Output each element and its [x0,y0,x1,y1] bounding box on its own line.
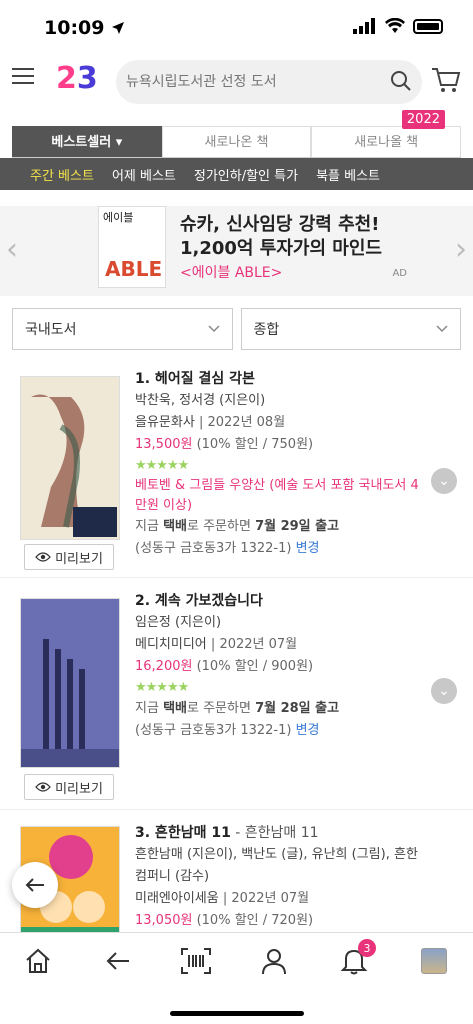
book-price: 13,050원 (10% 할인 / 720원) [135,913,314,928]
sub-navigation: 주간 베스트 어제 베스트 정가인하/할인 특가 북플 베스트 [0,158,473,190]
book-title[interactable]: 3. 흔한남매 11 - 흔한남매 11 [135,822,429,844]
header: 23 [0,56,473,110]
book-cover-2[interactable] [20,598,120,768]
arrow-left-icon[interactable] [100,943,136,979]
book-info: 3. 흔한남매 11 - 흔한남매 11 흔한남매 (지은이), 백난도 (글)… [135,822,429,932]
ad-banner[interactable]: ‹ 에이블 ABLE 슈카, 신사임당 강력 추천! 1,200억 투자가의 마… [0,206,473,296]
book-info: 2. 계속 가보겠습니다 임은정 (지은이) 메디치미디어 | 2022년 07… [135,590,429,742]
cart-icon[interactable] [431,66,461,94]
book-title[interactable]: 2. 계속 가보겠습니다 [135,590,429,612]
list-item[interactable]: 미리보기 1. 헤어질 결심 각본 박찬욱, 정서경 (지은이) 을유문화사 |… [0,368,473,578]
location-arrow-icon [112,22,125,34]
category-select[interactable]: 국내도서 [12,308,233,350]
preview-button[interactable]: 미리보기 [24,544,114,570]
star-rating: ★★★★★ [135,680,189,695]
promo-text[interactable]: 베토벤 & 그림들 우양산 (예술 도서 포함 국내도서 4만원 이상) [135,476,429,516]
category-tabs: 베스트셀러 ▾ 새로나온 책 새로나올 책 2022 [12,110,462,158]
home-indicator [170,1011,304,1016]
barcode-scan-icon[interactable] [178,943,214,979]
logo[interactable]: 23 [56,61,98,96]
book-price: 16,200원 (10% 할인 / 900원) [135,659,314,674]
delivery-address: (성동구 금호동3가 1322-1) 변경 [135,541,320,556]
book-authors[interactable]: 임은정 (지은이) [135,612,429,634]
status-bar: 10:09 [0,0,473,56]
book-publisher: 메디치미디어 | 2022년 07월 [135,637,298,652]
bottom-navigation: 3 [0,932,473,1024]
book-info: 1. 헤어질 결심 각본 박찬욱, 정서경 (지은이) 을유문화사 | 2022… [135,368,429,560]
change-address-link[interactable]: 변경 [296,541,320,556]
tab-upcoming-books[interactable]: 새로나올 책 [311,126,462,157]
user-icon[interactable] [256,943,292,979]
chevron-down-icon [207,325,220,333]
book-publisher: 을유문화사 | 2022년 08월 [135,415,286,430]
eye-icon [35,782,51,792]
battery-icon [413,18,443,34]
genre-select[interactable]: 종합 [240,308,461,350]
delivery-address: (성동구 금호동3가 1322-1) 변경 [135,723,320,738]
delivery-info: 지금 택배로 주문하면 7월 28일 출고 [135,701,340,716]
arrow-left-icon [25,878,44,892]
book-list: 미리보기 1. 헤어질 결심 각본 박찬욱, 정서경 (지은이) 을유문화사 |… [0,368,473,1024]
subnav-discount[interactable]: 정가인하/할인 특가 [194,165,298,184]
book-authors[interactable]: 흔한남매 (지은이), 백난도 (글), 유난희 (그림), 흔한컴퍼니 (감수… [135,844,429,888]
back-float-button[interactable] [12,862,58,908]
ad-book-cover: 에이블 ABLE [98,206,166,288]
book-cover-1[interactable] [20,376,120,540]
filters: 국내도서 종합 [12,308,461,350]
status-time: 10:09 [44,17,125,39]
expand-icon[interactable]: ⌄ [431,678,457,704]
subnav-weekly-best[interactable]: 주간 베스트 [30,165,94,184]
delivery-info: 지금 택배로 주문하면 7월 29일 출고 [135,519,340,534]
ad-subheadline: 1,200억 투자가의 마인드 [180,238,382,259]
ad-label: AD [392,268,407,279]
home-icon[interactable] [20,943,56,979]
year-badge: 2022 [401,110,445,129]
expand-icon[interactable]: ⌄ [431,468,457,494]
chevron-left-icon[interactable]: ‹ [6,232,18,267]
profile-avatar[interactable] [416,943,452,979]
tab-bestseller[interactable]: 베스트셀러 ▾ [12,126,162,157]
ad-book-title: <에이블 ABLE> [180,265,283,281]
change-address-link[interactable]: 변경 [296,723,320,738]
menu-icon[interactable] [12,68,34,84]
list-item[interactable]: 미리보기 2. 계속 가보겠습니다 임은정 (지은이) 메디치미디어 | 202… [0,578,473,810]
search-box[interactable] [116,60,422,104]
book-title[interactable]: 1. 헤어질 결심 각본 [135,368,429,390]
subnav-yesterday-best[interactable]: 어제 베스트 [112,165,176,184]
eye-icon [35,552,51,562]
star-rating: ★★★★★ [135,458,189,473]
book-publisher: 미래엔아이세움 | 2022년 07월 [135,891,310,906]
status-icons [353,18,443,34]
tab-new-books[interactable]: 새로나온 책 [161,126,312,157]
notification-count: 3 [358,939,376,957]
ad-headline: 슈카, 신사임당 강력 추천! [180,214,380,235]
preview-button[interactable]: 미리보기 [24,774,114,800]
chevron-down-icon [436,325,448,333]
book-price: 13,500원 (10% 할인 / 750원) [135,437,314,452]
book-authors[interactable]: 박찬욱, 정서경 (지은이) [135,390,429,412]
wifi-icon [385,18,405,33]
search-icon[interactable] [390,70,412,92]
signal-icon [353,18,375,34]
search-input[interactable] [126,74,376,90]
chevron-right-icon[interactable]: › [455,232,467,267]
subnav-bookple-best[interactable]: 북플 베스트 [316,165,380,184]
bell-icon[interactable]: 3 [336,939,376,979]
